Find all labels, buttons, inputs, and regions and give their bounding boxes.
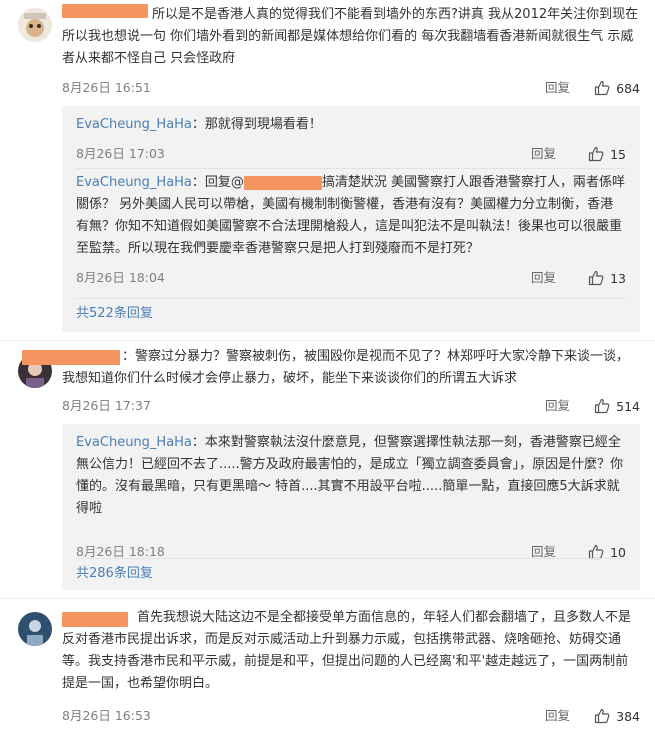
like-button[interactable]: 13 (588, 268, 626, 288)
comment-meta: 8月26日 16:51 回复 684 (62, 78, 640, 98)
comment-text: 所以是不是香港人真的觉得我们不能看到墙外的东西?讲真 我从2012年关注你到现在… (62, 4, 640, 70)
like-count: 15 (610, 146, 626, 162)
sub-reply-prefix: ：回复@ (191, 175, 244, 190)
divider (0, 340, 655, 341)
comment-meta: 8月26日 17:37 回复 514 (62, 396, 640, 416)
sub-reply-time: 8月26日 18:04 (76, 270, 165, 285)
thumbs-up-icon (595, 398, 610, 414)
like-button[interactable]: 514 (594, 396, 640, 416)
divider (76, 298, 626, 299)
sub-reply-text: EvaCheung_HaHa：回复@ 搞清楚狀況 美國警察打人跟香港警察打人，兩者… (76, 172, 626, 260)
like-button[interactable]: 10 (588, 542, 626, 562)
avatar[interactable] (18, 612, 52, 646)
sub-reply-user[interactable]: EvaCheung_HaHa (76, 117, 192, 132)
like-button[interactable]: 384 (594, 706, 640, 726)
like-button[interactable]: 15 (588, 144, 626, 164)
comment-text: ：警察过分暴力？警察被刺伤，被围殴你是视而不见了？林郑呼吁大家冷静下来谈一谈，我… (62, 346, 640, 390)
reply-button[interactable]: 回复 (545, 396, 570, 416)
divider (76, 558, 626, 559)
sub-reply-user[interactable]: EvaCheung_HaHa (76, 175, 192, 190)
redacted-username (243, 175, 322, 190)
sub-reply-meta: 8月26日 18:04 回复 13 (76, 268, 626, 288)
comment-time: 8月26日 17:37 (62, 398, 151, 413)
divider (76, 168, 626, 169)
thumbs-up-icon (595, 708, 610, 724)
comment-body: 首先我想说大陆这边不是全都接受单方面信息的，年轻人们都会翻墙了，且多数人不是反对… (62, 610, 632, 691)
sub-reply-box: EvaCheung_HaHa：本來對警察執法沒什麼意見，但警察選擇性執法那一刻，… (62, 424, 640, 590)
sub-reply: EvaCheung_HaHa：那就得到現場看看！ 8月26日 17:03 回复 … (76, 114, 626, 162)
more-replies-link[interactable]: 共286条回复 (76, 564, 153, 584)
comment-time: 8月26日 16:51 (62, 80, 151, 95)
sub-reply: EvaCheung_HaHa：回复@ 搞清楚狀況 美國警察打人跟香港警察打人，兩者… (76, 172, 626, 286)
reply-button[interactable]: 回复 (545, 78, 570, 98)
reply-button[interactable]: 回复 (531, 268, 556, 288)
like-count: 384 (616, 708, 640, 724)
divider (0, 598, 655, 599)
reply-button[interactable]: 回复 (545, 706, 570, 726)
thumbs-up-icon (588, 270, 604, 286)
thumbs-up-icon (595, 80, 610, 96)
sub-reply-meta: 8月26日 17:03 回复 15 (76, 144, 626, 164)
like-count: 13 (610, 270, 626, 286)
avatar[interactable] (18, 8, 52, 42)
reply-button[interactable]: 回复 (531, 542, 556, 562)
reply-button[interactable]: 回复 (531, 144, 556, 164)
like-count: 684 (616, 80, 640, 96)
sub-reply-user[interactable]: EvaCheung_HaHa (76, 435, 192, 450)
comment-meta: 8月26日 16:53 回复 384 (62, 706, 640, 726)
more-replies-link[interactable]: 共522条回复 (76, 304, 153, 324)
sub-reply-meta: 8月26日 18:18 回复 10 (76, 542, 626, 562)
like-count: 514 (616, 398, 640, 414)
sub-reply-time: 8月26日 18:18 (76, 544, 165, 559)
comment-body: 所以是不是香港人真的觉得我们不能看到墙外的东西?讲真 我从2012年关注你到现在… (62, 7, 639, 66)
sub-reply-time: 8月26日 17:03 (76, 146, 165, 161)
comment-body: ：警察过分暴力？警察被刺伤，被围殴你是视而不见了？林郑呼吁大家冷静下来谈一谈，我… (62, 349, 630, 386)
comment-text: 首先我想说大陆这边不是全都接受单方面信息的，年轻人们都会翻墙了，且多数人不是反对… (62, 607, 640, 695)
like-button[interactable]: 684 (594, 78, 640, 98)
sub-reply-box: EvaCheung_HaHa：那就得到現場看看！ 8月26日 17:03 回复 … (62, 106, 640, 332)
sub-reply-text: EvaCheung_HaHa：那就得到現場看看！ (76, 114, 626, 136)
sub-reply-text: EvaCheung_HaHa：本來對警察執法沒什麼意見，但警察選擇性執法那一刻，… (76, 432, 626, 520)
sub-reply: EvaCheung_HaHa：本來對警察執法沒什麼意見，但警察選擇性執法那一刻，… (76, 432, 626, 560)
comment-time: 8月26日 16:53 (62, 708, 151, 723)
thumbs-up-icon (588, 146, 604, 162)
sub-reply-body: ：那就得到現場看看！ (191, 117, 322, 132)
